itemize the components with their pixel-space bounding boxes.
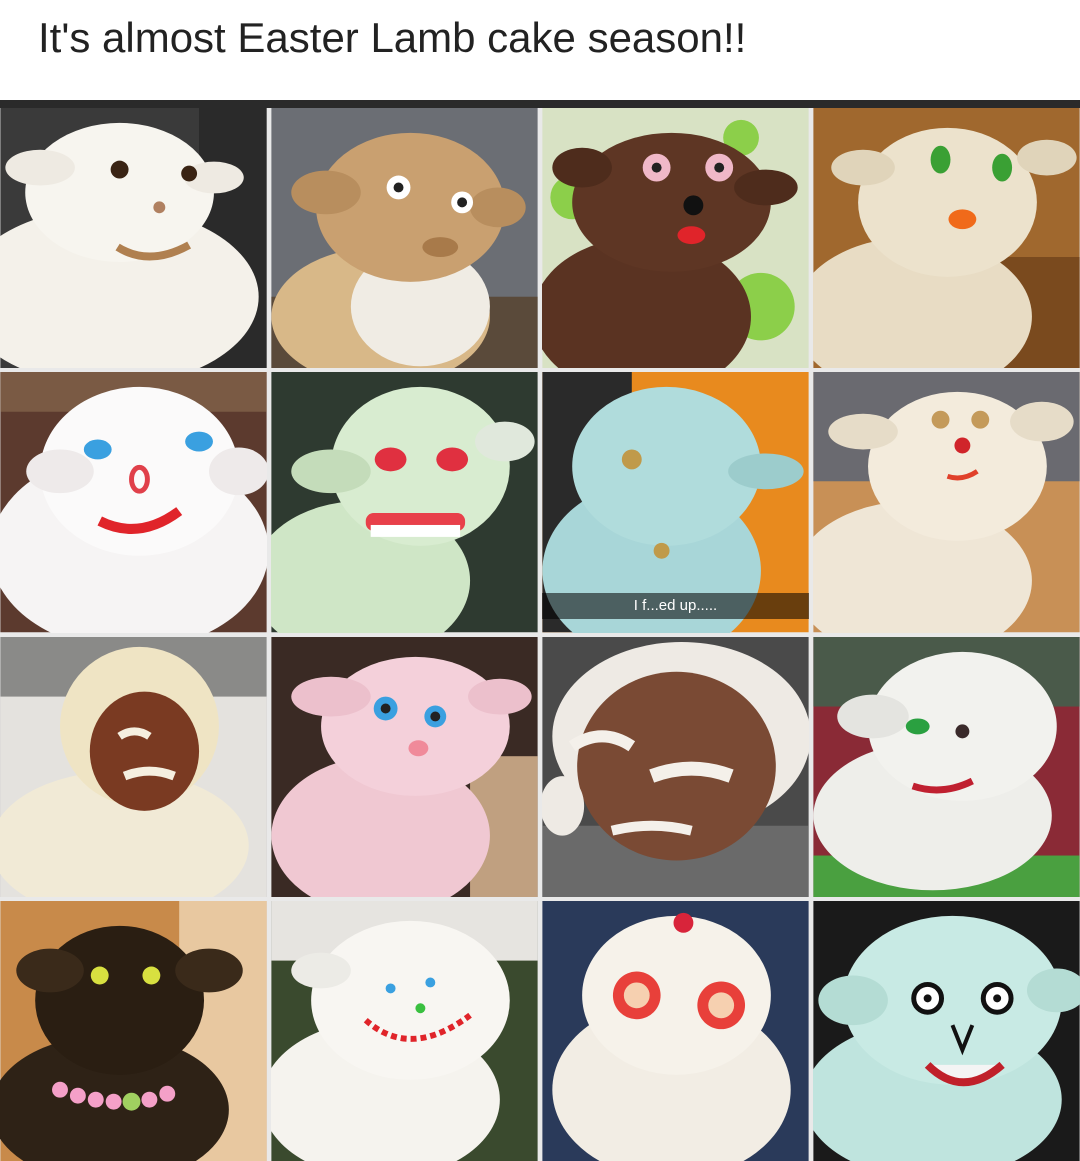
photo-tile-15	[542, 900, 809, 1161]
post-caption: It's almost Easter Lamb cake season!!	[38, 14, 747, 61]
lamb-cake-photo	[271, 372, 538, 633]
photo-tile-5	[0, 372, 267, 633]
lamb-cake-photo	[0, 372, 267, 633]
photo-tile-3	[542, 108, 809, 369]
lamb-cake-photo-grid: I f...ed up.....	[0, 100, 1080, 1161]
lamb-cake-photo	[813, 900, 1080, 1161]
lamb-cake-photo	[0, 636, 267, 897]
photo-tile-12	[813, 636, 1080, 897]
lamb-cake-photo	[542, 108, 809, 369]
lamb-cake-photo	[813, 108, 1080, 369]
photo-tile-14	[271, 900, 538, 1161]
photo-tile-7: I f...ed up.....	[542, 372, 809, 633]
photo-tile-1	[0, 108, 267, 369]
photo-tile-13	[0, 900, 267, 1161]
lamb-cake-photo	[813, 372, 1080, 633]
photo-tile-6	[271, 372, 538, 633]
lamb-cake-photo	[271, 636, 538, 897]
photo-tile-8	[813, 372, 1080, 633]
photo-tile-4	[813, 108, 1080, 369]
photo-tile-9	[0, 636, 267, 897]
lamb-cake-photo	[271, 900, 538, 1161]
overlay-caption: I f...ed up.....	[542, 592, 809, 619]
photo-tile-2	[271, 108, 538, 369]
lamb-cake-photo	[542, 636, 809, 897]
photo-tile-16	[813, 900, 1080, 1161]
photo-tile-11	[542, 636, 809, 897]
lamb-cake-photo	[0, 900, 267, 1161]
lamb-cake-photo	[813, 636, 1080, 897]
lamb-cake-photo	[0, 108, 267, 369]
lamb-cake-photo	[542, 900, 809, 1161]
lamb-cake-photo	[271, 108, 538, 369]
photo-tile-10	[271, 636, 538, 897]
